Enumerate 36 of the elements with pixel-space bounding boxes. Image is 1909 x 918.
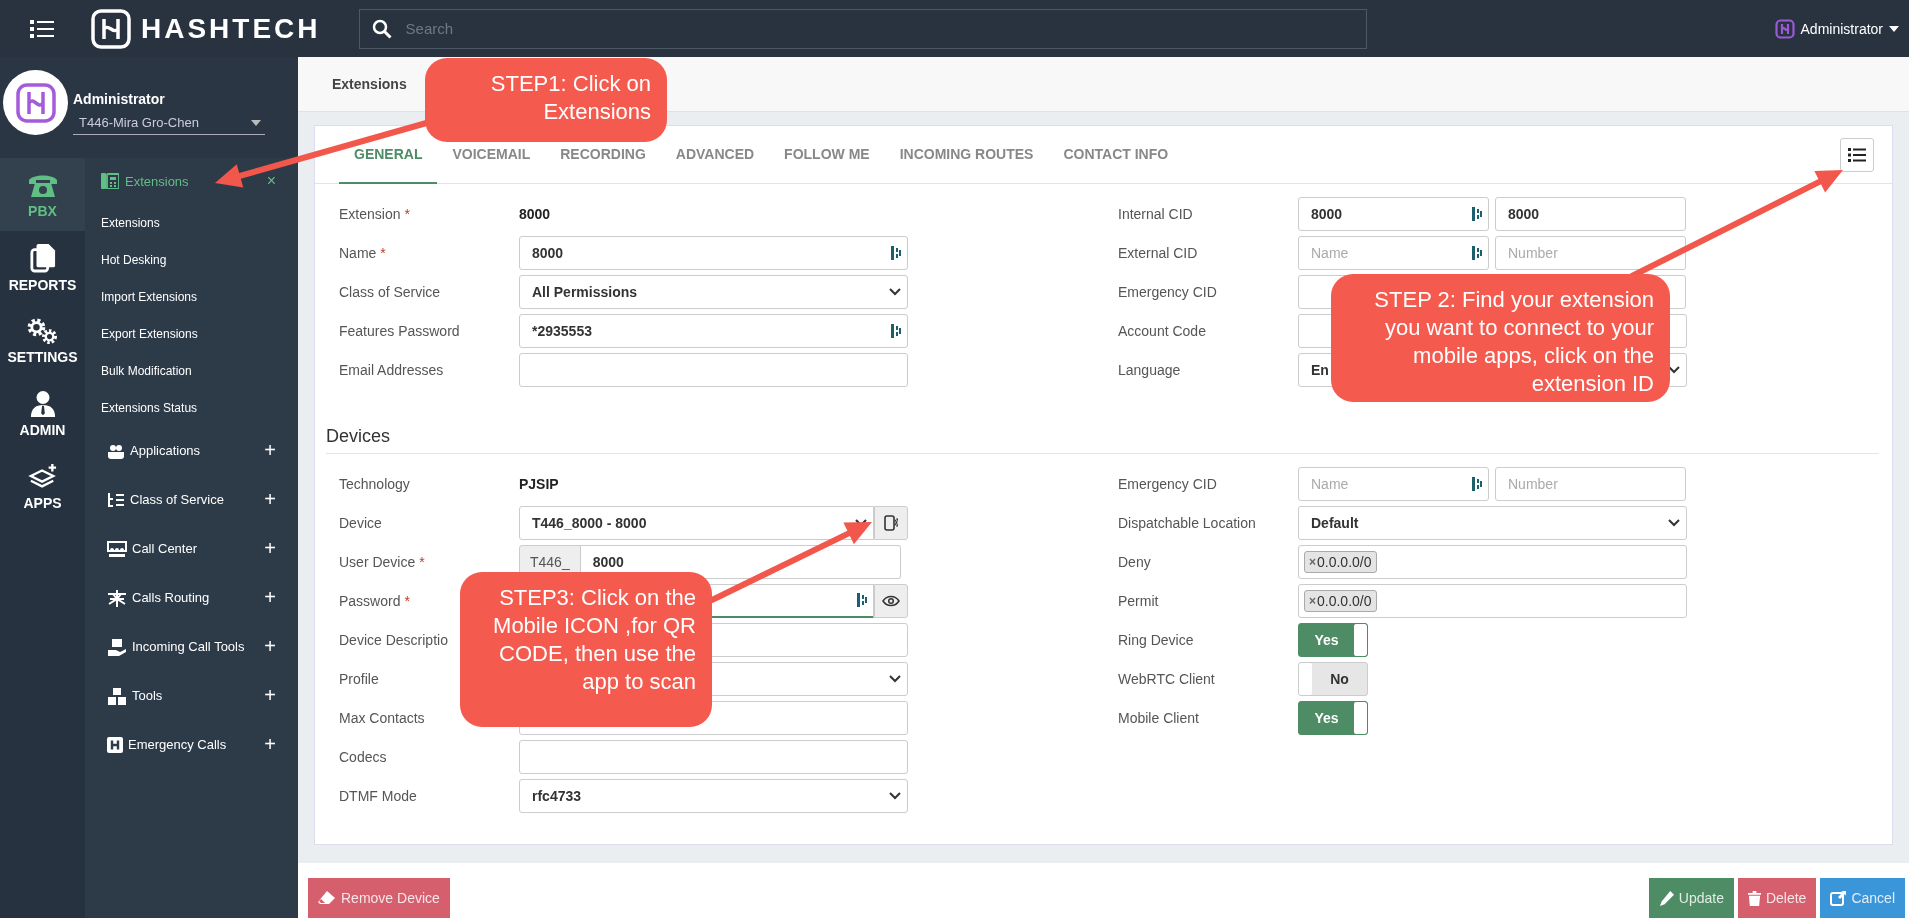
breadcrumb: Extensions <box>332 75 407 92</box>
brand-name: HASHTECH <box>141 12 321 45</box>
step-tooltip: STEP3: Click on the Mobile ICON ,for QR CODE, then use the app to scan <box>460 572 712 727</box>
step-tooltip: STEP1: Click on Extensions <box>425 58 667 142</box>
field-value: 8000 <box>519 205 551 222</box>
field-label: Emergency CID <box>1118 283 1218 300</box>
field-label: Extension * <box>339 205 411 222</box>
field-label: Device <box>339 514 383 531</box>
field-label: Device Descriptio <box>339 631 449 648</box>
step-tooltip: STEP 2: Find your extension you want to connect to your mobile apps, click on the extension ID <box>1331 274 1670 402</box>
field-value: PJSIP <box>519 475 559 492</box>
field-label: Features Password <box>339 322 461 339</box>
field-label: Email Addresses <box>339 361 445 378</box>
field-label: WebRTC Client <box>1118 670 1216 687</box>
field-label: Emergency CID <box>1118 475 1218 492</box>
field-label: Mobile Client <box>1118 709 1200 726</box>
field-label: Technology <box>339 475 411 492</box>
field-label: External CID <box>1118 244 1199 261</box>
field-label: Profile <box>339 670 380 687</box>
field-label: DTMF Mode <box>339 787 418 804</box>
user-name: Administrator <box>73 91 166 107</box>
field-label: Deny <box>1118 553 1152 570</box>
field-label: Name * <box>339 244 387 261</box>
field-label: User Device * <box>339 553 426 570</box>
field-label: Max Contacts <box>339 709 426 726</box>
field-label: Class of Service <box>339 283 442 300</box>
section-title: Devices <box>326 425 391 447</box>
field-label: Internal CID <box>1118 205 1194 222</box>
field-label: Language <box>1118 361 1182 378</box>
field-label: Codecs <box>339 748 388 765</box>
field-label: Dispatchable Location <box>1118 514 1257 531</box>
field-label: Account Code <box>1118 322 1207 339</box>
field-label: Permit <box>1118 592 1160 609</box>
field-label: Ring Device <box>1118 631 1195 648</box>
tag-label: 0.0.0.0/0 <box>1317 592 1372 609</box>
tag-label: 0.0.0.0/0 <box>1317 553 1372 570</box>
